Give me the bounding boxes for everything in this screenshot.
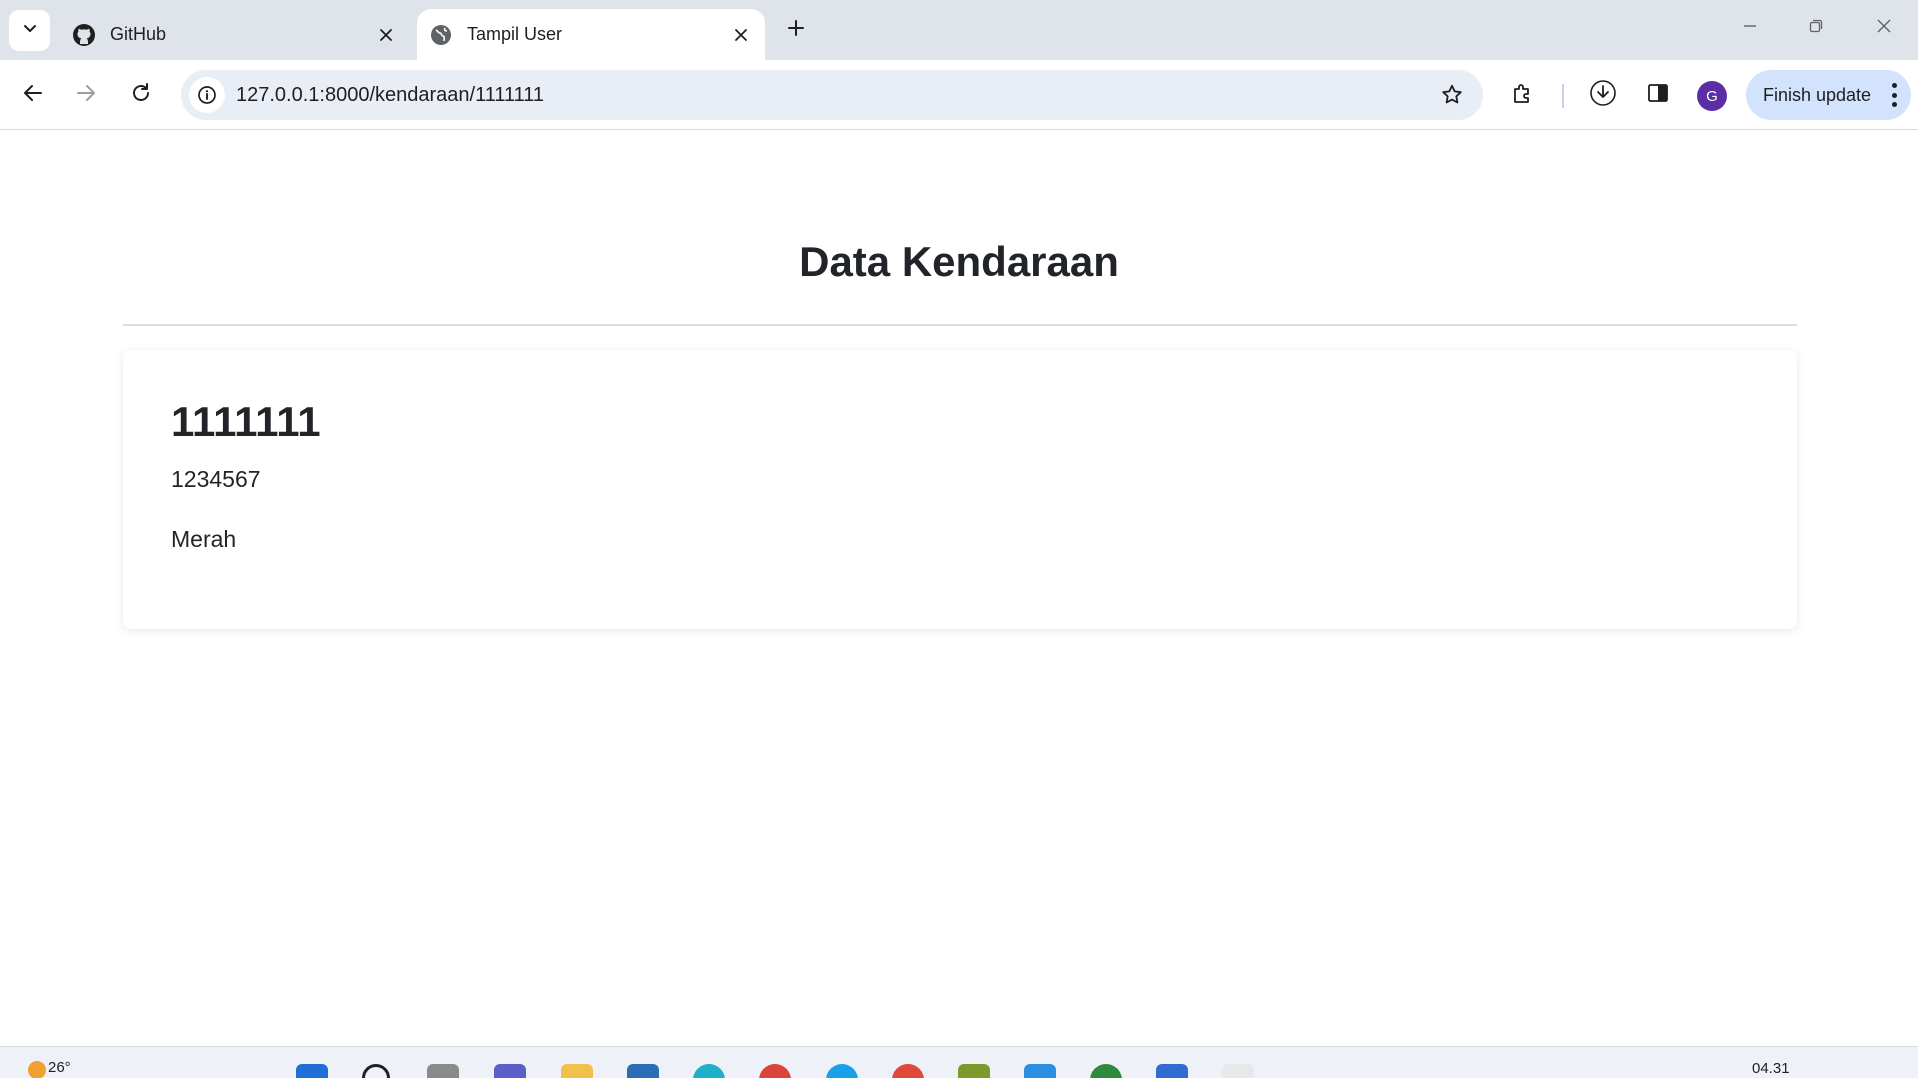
vehicle-card: 1111111 1234567 Merah: [123, 350, 1797, 629]
downloads-button[interactable]: [1583, 75, 1623, 115]
weather-icon[interactable]: [28, 1061, 46, 1078]
address-bar[interactable]: 127.0.0.1:8000/kendaraan/1111111: [181, 70, 1483, 120]
tab-tampil-user[interactable]: Tampil User: [417, 9, 765, 60]
plus-icon: [786, 18, 806, 43]
cloud-icon[interactable]: [826, 1064, 858, 1078]
weather-temperature: 26°: [48, 1059, 71, 1076]
clock-time[interactable]: 04.31: [1752, 1060, 1790, 1077]
url-text[interactable]: 127.0.0.1:8000/kendaraan/1111111: [236, 70, 544, 120]
toolbar-divider: [1562, 84, 1564, 108]
profile-avatar[interactable]: G: [1697, 81, 1727, 111]
close-window-button[interactable]: [1856, 8, 1912, 48]
start-icon[interactable]: [296, 1064, 328, 1078]
app-icon[interactable]: [1156, 1064, 1188, 1078]
app-icon[interactable]: [1222, 1064, 1254, 1078]
chevron-down-icon: [22, 20, 38, 41]
tab-strip: GitHub Tampil User: [0, 0, 1918, 60]
close-tab-icon[interactable]: [727, 21, 755, 49]
back-button[interactable]: [13, 75, 53, 115]
minimize-button[interactable]: [1722, 8, 1778, 48]
app-icon[interactable]: [1090, 1064, 1122, 1078]
restore-icon: [1808, 18, 1824, 39]
arrow-right-icon: [75, 82, 97, 109]
page-title: Data Kendaraan: [799, 238, 1119, 285]
github-icon: [72, 23, 96, 47]
task-view-icon[interactable]: [427, 1064, 459, 1078]
reload-icon: [130, 82, 152, 109]
tab-title: Tampil User: [467, 24, 563, 44]
card-detail-2: Merah: [171, 526, 237, 552]
edge-icon[interactable]: [693, 1064, 725, 1078]
site-info-icon[interactable]: [189, 77, 225, 113]
bookmark-star-icon[interactable]: [1437, 80, 1467, 110]
finish-update-button[interactable]: Finish update: [1746, 70, 1911, 120]
globe-icon: [429, 23, 453, 47]
new-tab-button[interactable]: [780, 14, 812, 46]
vscode-icon[interactable]: [1024, 1064, 1056, 1078]
tab-title: GitHub: [110, 24, 167, 44]
tab-search-button[interactable]: [9, 10, 50, 51]
side-panel-icon: [1647, 82, 1669, 109]
minimize-icon: [1742, 18, 1758, 39]
close-icon: [1876, 18, 1892, 39]
arrow-left-icon: [22, 82, 44, 109]
browser-toolbar: 127.0.0.1:8000/kendaraan/1111111 G Finis…: [0, 60, 1918, 130]
extensions-button[interactable]: [1503, 75, 1543, 115]
divider: [123, 324, 1797, 326]
terminal-icon[interactable]: [958, 1064, 990, 1078]
card-detail-1: 1234567: [171, 466, 261, 492]
forward-button[interactable]: [66, 75, 106, 115]
file-explorer-icon[interactable]: [561, 1064, 593, 1078]
puzzle-icon: [1511, 81, 1535, 110]
card-heading: 1111111: [171, 398, 321, 445]
finish-update-label: Finish update: [1763, 84, 1872, 105]
download-icon: [1589, 79, 1617, 112]
taskbar: 26° 04.31: [0, 1046, 1918, 1078]
teams-icon[interactable]: [494, 1064, 526, 1078]
more-menu-icon[interactable]: [1890, 83, 1898, 107]
restore-button[interactable]: [1788, 8, 1844, 48]
close-tab-icon[interactable]: [372, 21, 400, 49]
store-icon[interactable]: [627, 1064, 659, 1078]
search-icon[interactable]: [362, 1064, 390, 1078]
tab-github[interactable]: GitHub: [60, 9, 410, 60]
chrome-profile-icon[interactable]: [759, 1064, 791, 1078]
chrome-icon[interactable]: [892, 1064, 924, 1078]
side-panel-button[interactable]: [1638, 75, 1678, 115]
reload-button[interactable]: [121, 75, 161, 115]
